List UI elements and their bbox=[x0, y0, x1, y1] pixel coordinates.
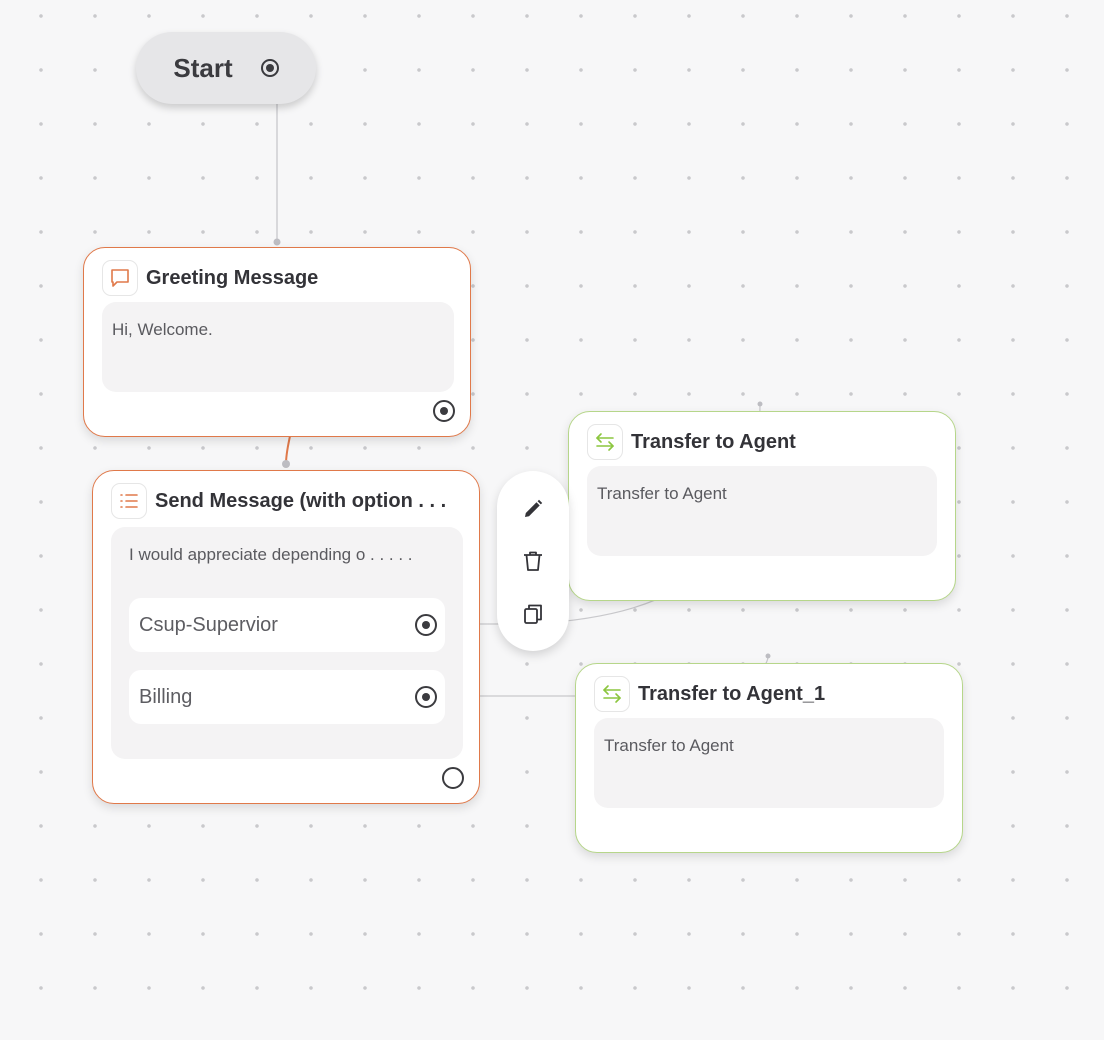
transfer-title: Transfer to Agent bbox=[631, 430, 796, 453]
transfer-message-text: Transfer to Agent bbox=[597, 484, 727, 503]
chat-bubble-icon bbox=[102, 260, 138, 296]
edge-csup-transfer-anchor bbox=[757, 401, 763, 407]
node-action-toolbar bbox=[497, 471, 569, 651]
edit-icon[interactable] bbox=[518, 494, 548, 524]
greeting-header: Greeting Message bbox=[102, 260, 318, 296]
option-label: Billing bbox=[139, 685, 193, 708]
start-output-handle[interactable] bbox=[260, 59, 279, 77]
transfer-message-box: Transfer to Agent bbox=[587, 466, 937, 556]
greeting-message-box: Hi, Welcome. bbox=[102, 302, 454, 392]
transfer-to-agent-1-node[interactable]: Transfer to Agent_1 Transfer to Agent bbox=[575, 663, 963, 853]
transfer-header: Transfer to Agent bbox=[587, 424, 796, 460]
start-label: Start bbox=[173, 52, 233, 83]
delete-icon[interactable] bbox=[518, 546, 548, 576]
edge-greeting-send bbox=[285, 435, 291, 465]
send-message-output-handle[interactable] bbox=[442, 767, 464, 789]
transfer-1-header: Transfer to Agent_1 bbox=[594, 676, 825, 712]
send-message-header: Send Message (with option . . . bbox=[111, 483, 446, 519]
send-message-node[interactable]: Send Message (with option . . . I would … bbox=[92, 470, 480, 804]
edge-start-greeting-anchor bbox=[273, 238, 281, 246]
option-billing[interactable]: Billing bbox=[129, 670, 445, 724]
send-message-text: I would appreciate depending o . . . . . bbox=[129, 545, 413, 564]
greeting-message-text: Hi, Welcome. bbox=[112, 320, 213, 339]
copy-icon[interactable] bbox=[518, 599, 548, 629]
start-node[interactable]: Start bbox=[136, 32, 316, 104]
transfer-arrows-icon bbox=[594, 676, 630, 712]
edge-greeting-send-anchor bbox=[282, 460, 290, 468]
transfer-to-agent-node[interactable]: Transfer to Agent Transfer to Agent bbox=[568, 411, 956, 601]
greeting-output-handle[interactable] bbox=[433, 400, 455, 422]
transfer-1-title: Transfer to Agent_1 bbox=[638, 682, 826, 705]
edge-billing-transfer-anchor bbox=[765, 653, 771, 659]
transfer-arrows-icon bbox=[587, 424, 623, 460]
greeting-title: Greeting Message bbox=[146, 266, 319, 289]
option-output-handle[interactable] bbox=[415, 686, 437, 708]
option-label: Csup-Supervior bbox=[139, 613, 278, 636]
option-output-handle[interactable] bbox=[415, 614, 437, 636]
transfer-1-message-box: Transfer to Agent bbox=[594, 718, 944, 808]
greeting-message-node[interactable]: Greeting Message Hi, Welcome. bbox=[83, 247, 471, 437]
flow-canvas[interactable]: Start Greeting Message Hi, Welcome. Send… bbox=[0, 0, 1104, 1040]
transfer-1-message-text: Transfer to Agent bbox=[604, 736, 734, 755]
send-message-title: Send Message (with option . . . bbox=[155, 489, 447, 512]
option-csup-supervior[interactable]: Csup-Supervior bbox=[129, 598, 445, 652]
list-icon bbox=[111, 483, 147, 519]
